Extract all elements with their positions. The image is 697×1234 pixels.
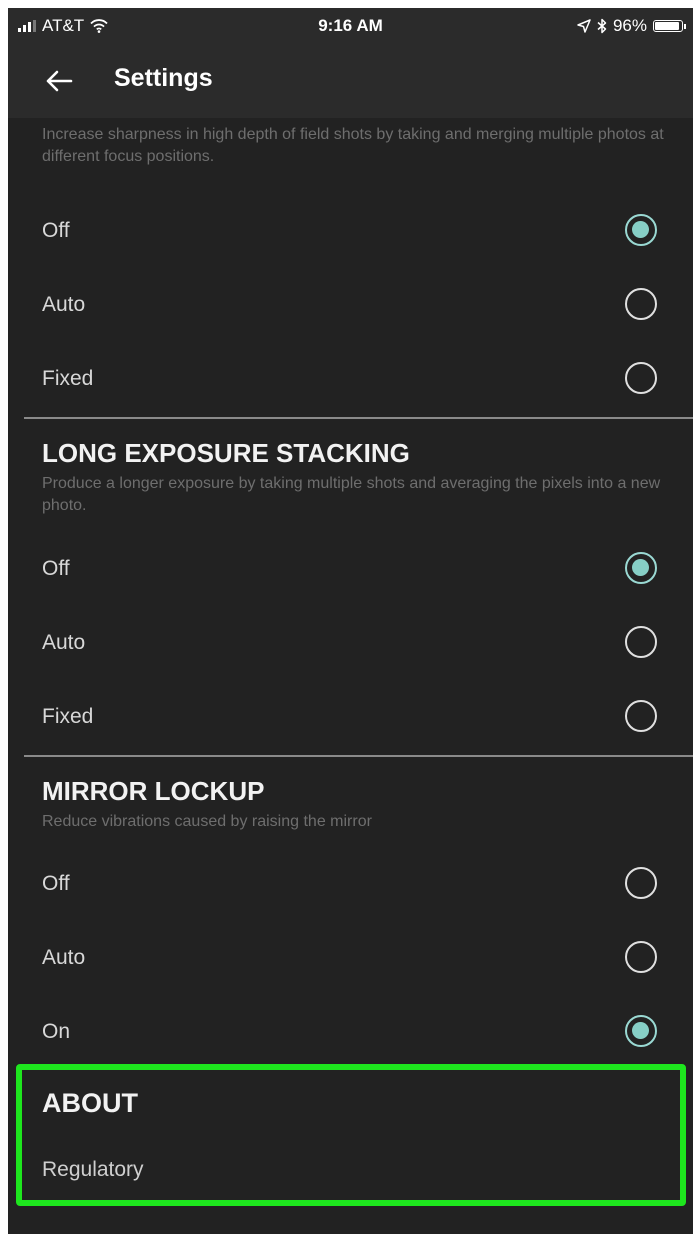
section-description: Produce a longer exposure by taking mult… (42, 475, 661, 514)
section-title: ABOUT (42, 1088, 138, 1118)
option-label: Off (42, 557, 70, 580)
option-label: Fixed (42, 705, 94, 728)
option-label: Fixed (42, 367, 94, 390)
radio-button[interactable] (625, 1015, 657, 1047)
option-label: On (42, 1020, 71, 1043)
phone-screen: AT&T 9:16 AM 96% Settings Increase sharp… (8, 8, 693, 1234)
option-label: Auto (42, 946, 86, 969)
option-row-fixed[interactable]: Fixed (8, 342, 693, 416)
battery-icon (653, 20, 686, 32)
radio-button[interactable] (625, 214, 657, 246)
radio-button[interactable] (625, 867, 657, 899)
option-row-off[interactable]: Off (8, 847, 693, 921)
option-row-fixed[interactable]: Fixed (8, 680, 693, 754)
option-label: Auto (42, 293, 86, 316)
location-icon (577, 19, 591, 33)
radio-button[interactable] (625, 700, 657, 732)
option-label: Auto (42, 631, 86, 654)
about-item-regulatory[interactable]: Regulatory (42, 1158, 144, 1182)
bluetooth-icon (597, 18, 607, 34)
option-label: Off (42, 872, 70, 895)
option-row-auto[interactable]: Auto (8, 606, 693, 680)
radio-button[interactable] (625, 626, 657, 658)
section-title: LONG EXPOSURE STACKING (42, 438, 410, 468)
app-header: Settings (8, 44, 693, 118)
section-focus-stacking: Increase sharpness in high depth of fiel… (8, 118, 693, 416)
arrow-left-icon[interactable] (44, 66, 74, 96)
radio-button[interactable] (625, 941, 657, 973)
status-bar: AT&T 9:16 AM 96% (8, 8, 693, 44)
settings-content: Increase sharpness in high depth of fiel… (8, 118, 693, 1069)
section-description: Increase sharpness in high depth of fiel… (42, 126, 664, 165)
option-row-auto[interactable]: Auto (8, 268, 693, 342)
radio-button[interactable] (625, 552, 657, 584)
battery-level-fill (655, 22, 679, 30)
option-label: Off (42, 219, 70, 242)
section-title: MIRROR LOCKUP (42, 776, 265, 806)
section-about: ABOUT Regulatory (16, 1064, 686, 1206)
battery-percent: 96% (612, 16, 647, 35)
section-long-exposure: LONG EXPOSURE STACKING Produce a longer … (8, 419, 693, 754)
option-row-off[interactable]: Off (8, 194, 693, 268)
option-row-off[interactable]: Off (8, 532, 693, 606)
option-row-on[interactable]: On (8, 995, 693, 1069)
option-row-auto[interactable]: Auto (8, 921, 693, 995)
section-description: Reduce vibrations caused by raising the … (42, 813, 372, 830)
radio-button[interactable] (625, 288, 657, 320)
status-right: 96% (577, 16, 686, 36)
page-title: Settings (114, 64, 213, 92)
radio-button[interactable] (625, 362, 657, 394)
section-mirror-lockup: MIRROR LOCKUP Reduce vibrations caused b… (8, 757, 693, 1069)
